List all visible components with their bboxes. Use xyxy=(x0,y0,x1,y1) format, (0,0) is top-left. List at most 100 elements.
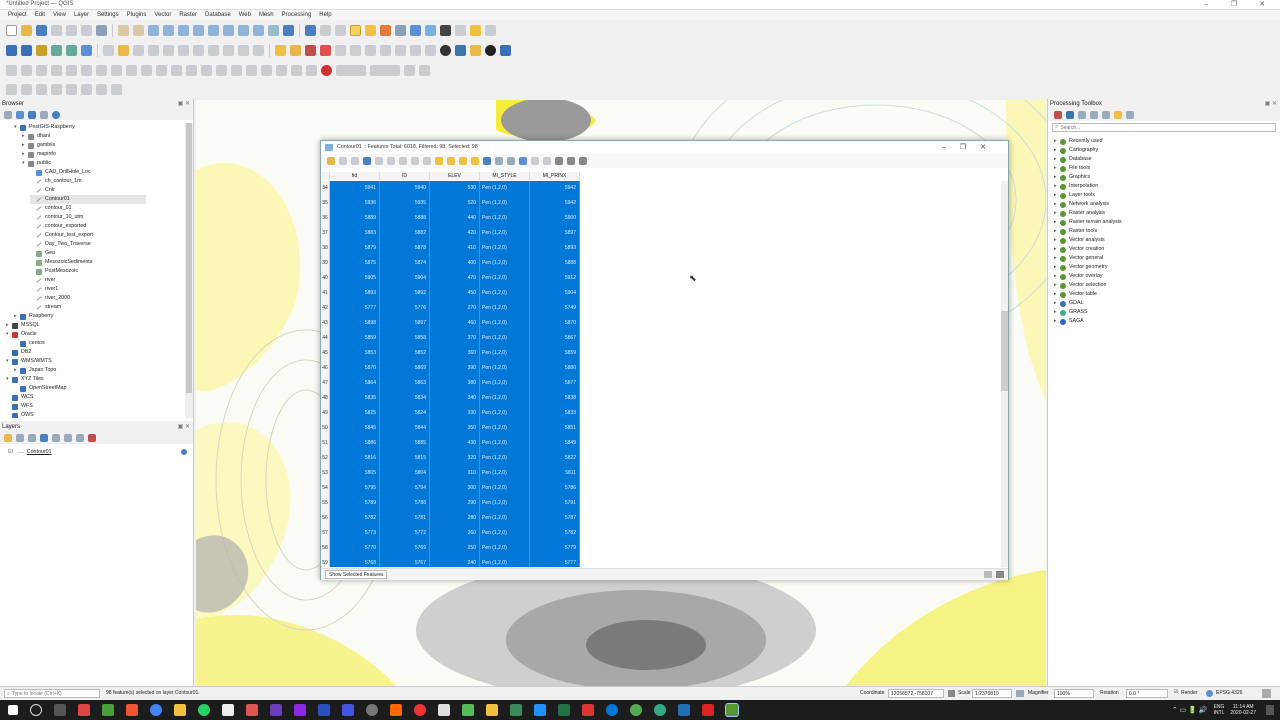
app-icon[interactable] xyxy=(126,704,138,716)
new-field-icon[interactable] xyxy=(531,157,539,165)
menu-item-view[interactable]: View xyxy=(49,10,70,20)
mesh-digitize-icon[interactable] xyxy=(6,83,17,95)
crs-globe-icon[interactable] xyxy=(1206,690,1213,697)
coordinate-field[interactable]: 12056572,-758107 xyxy=(888,689,944,698)
messages-icon[interactable] xyxy=(1262,689,1271,698)
layer-item-contour01[interactable]: ☑ Contour01 xyxy=(8,448,52,457)
add-group-icon[interactable] xyxy=(16,434,24,442)
copy-features-icon[interactable] xyxy=(208,44,219,56)
models-icon[interactable] xyxy=(1054,111,1062,119)
row-number[interactable]: 46 xyxy=(321,361,330,376)
browser-item[interactable]: ch_contour_1m xyxy=(30,177,82,186)
delete-field-icon[interactable] xyxy=(543,157,551,165)
toolbox-group[interactable]: ▸ Graphics xyxy=(1054,173,1090,182)
menu-item-edit[interactable]: Edit xyxy=(31,10,49,20)
offset-curve-icon[interactable] xyxy=(81,64,92,76)
fill-ring-icon[interactable] xyxy=(141,64,152,76)
browser-item[interactable]: contour_exported xyxy=(30,222,86,231)
vertical-scrollbar[interactable] xyxy=(1001,181,1008,567)
menu-item-database[interactable]: Database xyxy=(201,10,235,20)
locator-input[interactable] xyxy=(11,690,92,697)
rotate-label-icon[interactable] xyxy=(350,44,361,56)
new-virtual-layer-icon[interactable] xyxy=(81,44,92,56)
add-part-icon[interactable] xyxy=(126,64,137,76)
menu-item-raster[interactable]: Raster xyxy=(175,10,201,20)
rotation-field[interactable]: 0.0 ° xyxy=(1126,689,1168,698)
identify-icon[interactable] xyxy=(305,25,316,36)
font-size-field[interactable] xyxy=(336,64,366,76)
table-row[interactable]: 38 5879 5878 410 Pen (1,2,0) 5893 xyxy=(321,241,580,256)
browser-item[interactable]: river_2000 xyxy=(30,294,70,303)
toolbox-search[interactable]: ⌕ xyxy=(1052,123,1276,132)
copy-move-icon[interactable] xyxy=(276,64,287,76)
table-row[interactable]: 50 5845 5844 350 Pen (1,2,0) 5851 xyxy=(321,421,580,436)
actions-icon[interactable] xyxy=(320,25,331,36)
zoom-in-icon[interactable] xyxy=(148,25,159,36)
new-temp-layer-icon[interactable] xyxy=(66,44,77,56)
browser-item[interactable]: ▸ Raspberry xyxy=(14,312,53,321)
mesh-reindex-icon[interactable] xyxy=(51,83,62,95)
metasearch-icon[interactable] xyxy=(470,44,481,56)
windows-start-icon[interactable] xyxy=(8,705,18,715)
table-row[interactable]: 35 5936 5935 520 Pen (1,2,0) 5942 xyxy=(321,196,580,211)
pan-to-selected-icon[interactable] xyxy=(507,157,515,165)
new-shapefile-icon[interactable] xyxy=(36,44,47,56)
app-icon[interactable] xyxy=(102,704,114,716)
row-number[interactable]: 55 xyxy=(321,496,330,511)
zoom-to-selected-icon[interactable] xyxy=(519,157,527,165)
collapse-all-icon[interactable] xyxy=(76,434,84,442)
zoom-selection-icon[interactable] xyxy=(193,25,204,36)
maximize-icon[interactable]: ❐ xyxy=(1220,0,1248,10)
toolbox-group[interactable]: ▸ Raster terrain analysis xyxy=(1054,218,1122,227)
snapping-icon[interactable] xyxy=(21,64,32,76)
scale-feature-icon[interactable] xyxy=(201,64,212,76)
split-features-icon[interactable] xyxy=(36,64,47,76)
table-row[interactable]: 45 5853 5852 360 Pen (1,2,0) 5859 xyxy=(321,346,580,361)
browser-item[interactable]: Geo xyxy=(30,249,55,258)
toolbox-group[interactable]: ▸ Vector selection xyxy=(1054,281,1106,290)
browser-item[interactable]: DB2 xyxy=(6,348,31,357)
annotation-icon[interactable] xyxy=(410,44,421,56)
table-row[interactable]: 41 5893 5892 450 Pen (1,2,0) 5904 xyxy=(321,286,580,301)
save-edits-icon[interactable] xyxy=(133,44,144,56)
row-number[interactable]: 38 xyxy=(321,241,330,256)
scrollbar[interactable] xyxy=(185,123,193,418)
browser-item[interactable]: contour_01 xyxy=(30,204,72,213)
show-selected-features-button[interactable]: Show Selected Features xyxy=(325,570,388,579)
results-icon[interactable] xyxy=(1090,111,1098,119)
filter-legend-icon[interactable] xyxy=(40,434,48,442)
row-number[interactable]: 41 xyxy=(321,286,330,301)
info-icon[interactable] xyxy=(52,110,60,119)
actions-icon[interactable] xyxy=(579,157,587,165)
delete-ring-icon[interactable] xyxy=(156,64,167,76)
opera-icon[interactable] xyxy=(414,704,426,716)
select-by-value-icon[interactable] xyxy=(365,25,376,36)
menu-item-layer[interactable]: Layer xyxy=(70,10,93,20)
file-explorer-icon[interactable] xyxy=(174,704,186,716)
table-row[interactable]: 34 5941 5940 530 Pen (1,2,0) 5942 xyxy=(321,181,580,196)
toolbox-group[interactable]: ▸ Cartography xyxy=(1054,146,1098,155)
winrar-icon[interactable] xyxy=(78,704,90,716)
mail-icon[interactable] xyxy=(222,704,234,716)
browser-item[interactable]: ▸ Japan Topo xyxy=(14,366,56,375)
table-row[interactable]: 53 5805 5804 310 Pen (1,2,0) 5811 xyxy=(321,466,580,481)
menu-item-web[interactable]: Web xyxy=(235,10,255,20)
browser-item[interactable]: ▾ PostGIS-Raspberry xyxy=(14,123,75,132)
toolbox-group[interactable]: ▸ GDAL xyxy=(1054,299,1083,308)
toolbox-group[interactable]: ▸ Raster tools xyxy=(1054,227,1097,236)
toolbox-search-input[interactable] xyxy=(1060,124,1211,131)
table-row[interactable]: 47 5864 5863 380 Pen (1,2,0) 5877 xyxy=(321,376,580,391)
table-row[interactable]: 55 5789 5788 290 Pen (1,2,0) 5791 xyxy=(321,496,580,511)
toolbox-group[interactable]: ▸ Raster analysis xyxy=(1054,209,1105,218)
refresh-icon[interactable] xyxy=(283,25,294,36)
mesh-redo-icon[interactable] xyxy=(81,83,92,95)
table-row[interactable]: 46 5870 5869 390 Pen (1,2,0) 5880 xyxy=(321,361,580,376)
browser-item[interactable]: ▸ mapinfo xyxy=(22,150,56,159)
reload-icon[interactable] xyxy=(363,157,371,165)
browser-item[interactable]: OWS xyxy=(6,411,34,418)
conditional-format-icon[interactable] xyxy=(555,157,563,165)
statistical-summary-icon[interactable] xyxy=(440,25,451,36)
table-row[interactable]: 54 5795 5794 300 Pen (1,2,0) 5786 xyxy=(321,481,580,496)
redo-icon[interactable] xyxy=(253,44,264,56)
settings-icon[interactable] xyxy=(1126,111,1134,119)
